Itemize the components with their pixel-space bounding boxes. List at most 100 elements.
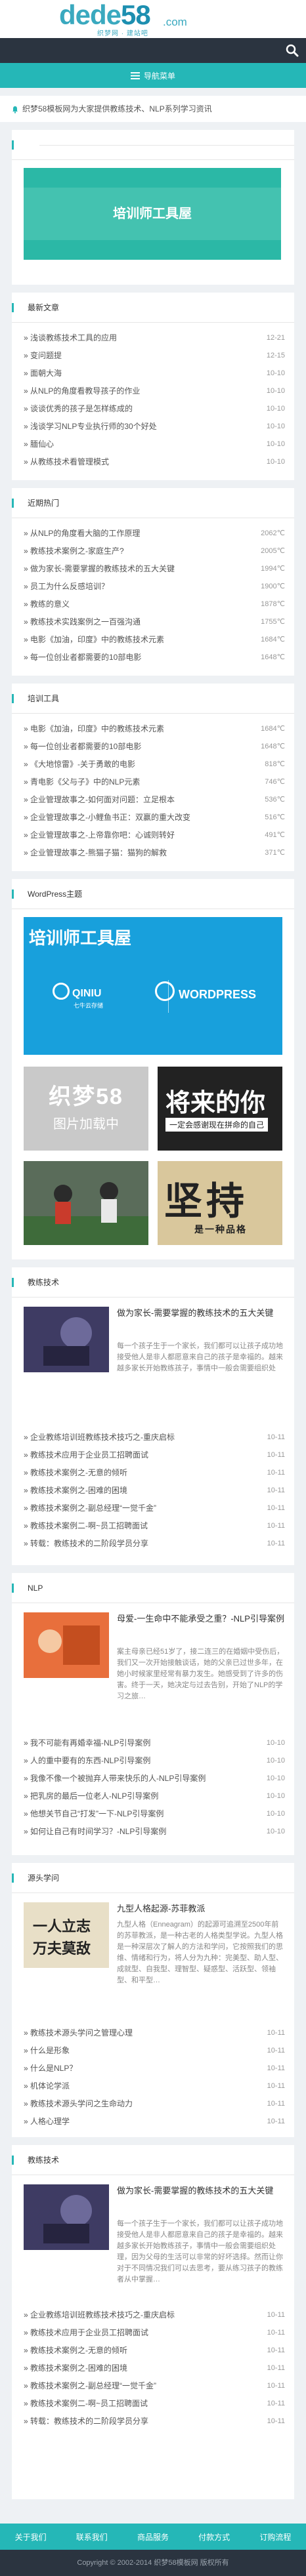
list-item-title[interactable]: » 我像不像一个被抛弃人带来快乐的人-NLP引导案例 — [24, 1770, 206, 1788]
soccer-photo[interactable] — [24, 1161, 148, 1245]
list-item[interactable]: » 企业管理故事之-上帝靠你吧：心诚则转好 491℃ — [24, 827, 285, 844]
list-item[interactable]: » 教练技术案例之-家庭生产? 2005℃ — [24, 542, 285, 560]
list-item[interactable]: » 教练技术案例之-无意的倾听 10-11 — [24, 1464, 285, 1482]
coach2-feature[interactable]: 做为家长-需要掌握的教练技术的五大关键 每一个孩子生于一个家长，我们都可以让孩子… — [12, 2175, 294, 2306]
list-item[interactable]: » 青电影《父与子》中的NLP元素 746℃ — [24, 773, 285, 791]
coach2-headline[interactable]: 做为家长-需要掌握的教练技术的五大关键 — [117, 2184, 285, 2198]
list-item[interactable]: » 企业管理故事之-如何面对问题：立足根本 536℃ — [24, 791, 285, 809]
list-item-title[interactable]: » 企业教练培训班教练技术技巧之-重庆启标 — [24, 1429, 175, 1446]
list-item[interactable]: » 教练技术案例二-啊~员工招聘面试 10-11 — [24, 2395, 285, 2413]
list-item[interactable]: » 腼仙心 10-10 — [24, 436, 285, 453]
list-item-title[interactable]: » 企业管理故事之-上帝靠你吧：心诚则转好 — [24, 827, 175, 844]
list-item-title[interactable]: » 变问题提 — [24, 347, 62, 365]
list-item[interactable]: » 把乳房的最后一位老人-NLP引导案例 10-10 — [24, 1788, 285, 1805]
list-item[interactable]: » 教练技术应用于企业员工招聘面试 10-11 — [24, 2324, 285, 2342]
list-item[interactable]: » 如何让自己有时间学习？-NLP引导案例 10-10 — [24, 1823, 285, 1841]
list-item-title[interactable]: » 员工为什么反感培训？ — [24, 578, 109, 596]
list-item[interactable]: » 我像不像一个被抛弃人带来快乐的人-NLP引导案例 10-10 — [24, 1770, 285, 1788]
list-item[interactable]: » 他想关节自己“打发”一下-NLP引导案例 10-10 — [24, 1805, 285, 1823]
list-item[interactable]: » 每一位创业者都需要的10部电影 1648℃ — [24, 649, 285, 666]
list-item[interactable]: » 转载：教练技术的二阶段学员分享 10-11 — [24, 1535, 285, 1553]
list-item-title[interactable]: » 企业教练培训班教练技术技巧之-重庆启标 — [24, 2306, 175, 2324]
footer-link[interactable]: 订购流程 — [259, 2531, 291, 2543]
list-item-title[interactable]: » 转载：教练技术的二阶段学员分享 — [24, 1535, 148, 1553]
list-item[interactable]: » 教练技术实践案例之一百强沟通 1755℃ — [24, 613, 285, 631]
list-item-title[interactable]: » 谈谈优秀的孩子是怎样练成的 — [24, 400, 133, 418]
list-item[interactable]: » 教练技术案例之-无意的倾听 10-11 — [24, 2342, 285, 2360]
source-feature[interactable]: 一人立志 万夫莫敌 九型人格起源-苏菲教派 九型人格（Enneagram）的起源可… — [12, 1893, 294, 2024]
placeholder-ad[interactable]: 织梦58 图片加载中 — [24, 1067, 148, 1151]
list-item[interactable]: » 机体论学派 10-11 — [24, 2077, 285, 2095]
list-item[interactable]: » 教练技术案例之-困难的困境 10-11 — [24, 1482, 285, 1500]
nlp-headline[interactable]: 母爱-一生命中不能承受之重？-NLP引导案例 — [117, 1612, 285, 1625]
list-item-title[interactable]: » 从NLP的角度看教导孩子的作业 — [24, 382, 140, 400]
list-item[interactable]: » 从教练技术看管理模式 10-10 — [24, 453, 285, 471]
source-headline[interactable]: 九型人格起源-苏菲教派 — [117, 1902, 285, 1915]
list-item-title[interactable]: » 腼仙心 — [24, 436, 54, 453]
list-item[interactable]: » 企业教练培训班教练技术技巧之-重庆启标 10-11 — [24, 2306, 285, 2324]
list-item[interactable]: » 教练技术案例之-副总经理“一觉千金” 10-11 — [24, 1500, 285, 1517]
qiniu-ad[interactable]: 培训师工具屋 QINIU 七牛云存储 WORDPRESS — [24, 917, 282, 1055]
list-item-title[interactable]: » 每一位创业者都需要的10部电影 — [24, 649, 141, 666]
nlp-feature[interactable]: 母爱-一生命中不能承受之重？-NLP引导案例 案主母亲已经51岁了，接二连三的在… — [12, 1603, 294, 1734]
footer-link[interactable]: 付款方式 — [198, 2531, 230, 2543]
list-item[interactable]: » 电影《加油，印度》中的教练技术元素 1684℃ — [24, 631, 285, 649]
list-item[interactable]: » 变问题提 12-15 — [24, 347, 285, 365]
list-item[interactable]: » 什么是形象 10-11 — [24, 2042, 285, 2060]
list-item[interactable]: » 电影《加油，印度》中的教练技术元素 1684℃ — [24, 720, 285, 738]
list-item[interactable]: » 浅谈学习NLP专业执行师的30个好处 10-10 — [24, 418, 285, 436]
list-item[interactable]: » 我不可能有再婚幸福-NLP引导案例 10-10 — [24, 1734, 285, 1752]
list-item-title[interactable]: » 教练技术案例之-副总经理“一觉千金” — [24, 2377, 156, 2395]
list-item-title[interactable]: » 浅谈学习NLP专业执行师的30个好处 — [24, 418, 157, 436]
list-item[interactable]: » 教练的意义 1878℃ — [24, 596, 285, 613]
list-item-title[interactable]: » 电影《加油，印度》中的教练技术元素 — [24, 720, 164, 738]
coach-headline[interactable]: 做为家长-需要掌握的教练技术的五大关键 — [117, 1307, 285, 1320]
site-logo[interactable]: dede58 .com 织梦网 · 建站吧 — [39, 0, 187, 38]
list-item[interactable]: » 员工为什么反感培训？ 1900℃ — [24, 578, 285, 596]
list-item-title[interactable]: » 《大地惊雷》-关于勇敢的电影 — [24, 756, 135, 773]
list-item-title[interactable]: » 教练技术案例二-啊~员工招聘面试 — [24, 2395, 148, 2413]
list-item-title[interactable]: » 教练技术源头学问之管理心理 — [24, 2024, 133, 2042]
list-item[interactable]: » 面朝大海 10-10 — [24, 365, 285, 382]
list-item[interactable]: » 教练技术源头学问之管理心理 10-11 — [24, 2024, 285, 2042]
list-item-title[interactable]: » 人的重中要有的东西-NLP引导案例 — [24, 1752, 150, 1770]
list-item[interactable]: » 企业教练培训班教练技术技巧之-重庆启标 10-11 — [24, 1429, 285, 1446]
list-item-title[interactable]: » 企业管理故事之-如何面对问题：立足根本 — [24, 791, 175, 809]
list-item-title[interactable]: » 教练技术应用于企业员工招聘面试 — [24, 1446, 148, 1464]
list-item-title[interactable]: » 他想关节自己“打发”一下-NLP引导案例 — [24, 1805, 164, 1823]
list-item[interactable]: » 浅谈教练技术工具的应用 12-21 — [24, 329, 285, 347]
footer-link[interactable]: 商品服务 — [137, 2531, 169, 2543]
list-item[interactable]: » 每一位创业者都需要的10部电影 1648℃ — [24, 738, 285, 756]
list-item-title[interactable]: » 做为家长-需要掌握的教练技术的五大关键 — [24, 560, 175, 578]
list-item-title[interactable]: » 教练技术案例之-副总经理“一觉千金” — [24, 1500, 156, 1517]
search-icon[interactable] — [285, 43, 299, 58]
list-item[interactable]: » 企业管理故事之-熊猫子猫：猫狗的解救 371℃ — [24, 844, 285, 862]
list-item[interactable]: » 从NLP的角度看大脑的工作原理 2062℃ — [24, 525, 285, 542]
list-item-title[interactable]: » 教练技术源头学问之生命动力 — [24, 2095, 133, 2113]
list-item[interactable]: » 教练技术案例之-副总经理“一觉千金” 10-11 — [24, 2377, 285, 2395]
persist-ad[interactable]: 坚持 是一种品格 — [158, 1161, 282, 1245]
list-item[interactable]: » 教练技术应用于企业员工招聘面试 10-11 — [24, 1446, 285, 1464]
list-item-title[interactable]: » 人格心理学 — [24, 2113, 70, 2131]
list-item[interactable]: » 教练技术案例二-啊~员工招聘面试 10-11 — [24, 1517, 285, 1535]
list-item[interactable]: » 谈谈优秀的孩子是怎样练成的 10-10 — [24, 400, 285, 418]
list-item-title[interactable]: » 青电影《父与子》中的NLP元素 — [24, 773, 140, 791]
list-item-title[interactable]: » 教练技术案例之-困难的困境 — [24, 2360, 127, 2377]
list-item-title[interactable]: » 教练技术应用于企业员工招聘面试 — [24, 2324, 148, 2342]
list-item-title[interactable]: » 教练技术实践案例之一百强沟通 — [24, 613, 141, 631]
list-item-title[interactable]: » 面朝大海 — [24, 365, 62, 382]
list-item-title[interactable]: » 企业管理故事之-小鲤鱼书正：双赢的重大改变 — [24, 809, 190, 827]
list-item[interactable]: » 教练技术源头学问之生命动力 10-11 — [24, 2095, 285, 2113]
list-item-title[interactable]: » 教练技术案例二-啊~员工招聘面试 — [24, 1517, 148, 1535]
list-item-title[interactable]: » 教练技术案例之-无意的倾听 — [24, 1464, 127, 1482]
list-item[interactable]: » 《大地惊雷》-关于勇敢的电影 818℃ — [24, 756, 285, 773]
list-item-title[interactable]: » 浅谈教练技术工具的应用 — [24, 329, 117, 347]
list-item-title[interactable]: » 如何让自己有时间学习？-NLP引导案例 — [24, 1823, 166, 1841]
banner-image[interactable]: 培训师工具屋 — [24, 168, 281, 260]
list-item-title[interactable]: » 什么是NLP？ — [24, 2060, 77, 2077]
nav-menu-button[interactable]: 导航菜单 — [0, 63, 306, 88]
list-item[interactable]: » 从NLP的角度看教导孩子的作业 10-10 — [24, 382, 285, 400]
list-item-title[interactable]: » 教练技术案例之-困难的困境 — [24, 1482, 127, 1500]
list-item[interactable]: » 人的重中要有的东西-NLP引导案例 10-10 — [24, 1752, 285, 1770]
list-item-title[interactable]: » 企业管理故事之-熊猫子猫：猫狗的解救 — [24, 844, 167, 862]
